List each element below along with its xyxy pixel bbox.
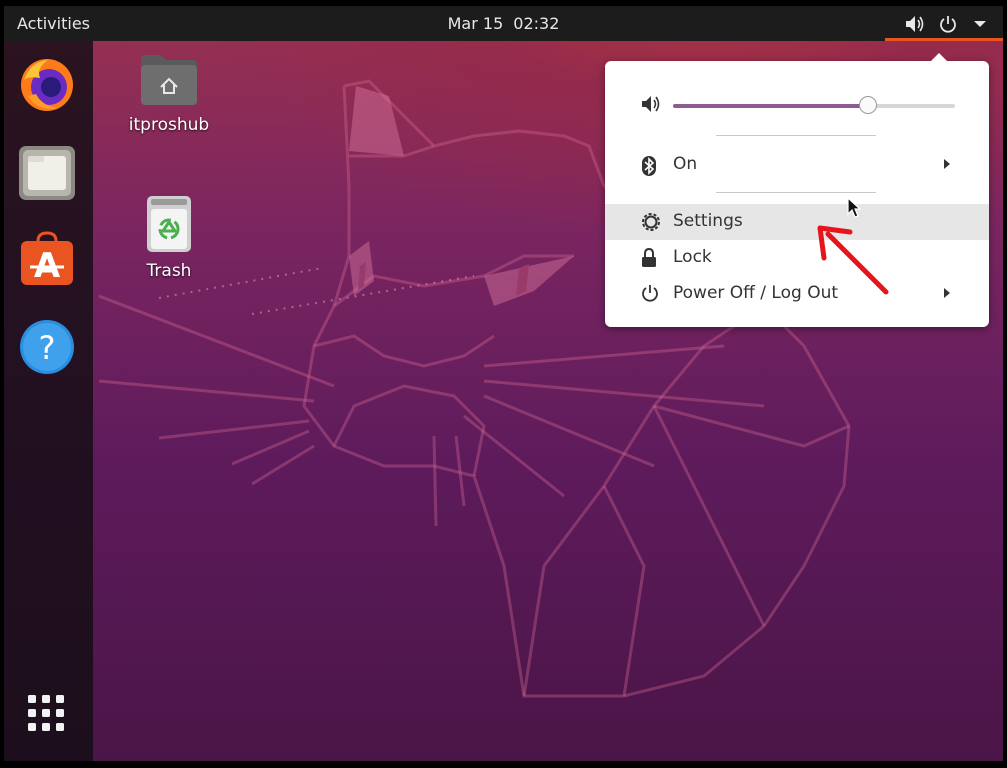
bluetooth-label: On	[673, 154, 698, 174]
home-folder-icon	[141, 55, 197, 105]
top-bar: Activities Mar 15 02:32	[4, 6, 1003, 41]
system-menu: On Settings Lock Power Off / Log Out	[605, 53, 989, 327]
annotation-arrow-icon	[817, 225, 889, 295]
lock-label: Lock	[673, 247, 712, 267]
desktop-icon-trash[interactable]: Trash	[119, 195, 219, 281]
dock: A ?	[4, 41, 93, 761]
power-icon	[940, 16, 956, 33]
dock-item-firefox[interactable]	[18, 56, 76, 114]
dock-item-help[interactable]: ?	[18, 318, 76, 376]
settings-label: Settings	[673, 211, 743, 231]
menu-separator	[716, 192, 876, 193]
speaker-icon	[906, 16, 924, 32]
trash-icon	[147, 196, 191, 252]
volume-slider[interactable]	[673, 96, 955, 114]
screen: Activities Mar 15 02:32 A ? itproshub Tr…	[0, 0, 1007, 768]
desktop: Activities Mar 15 02:32 A ? itproshub Tr…	[4, 6, 1003, 761]
mouse-cursor-icon	[847, 197, 862, 218]
clock-button[interactable]: Mar 15 02:32	[4, 14, 1003, 33]
lock-menu-item[interactable]: Lock	[605, 240, 989, 276]
power-icon	[642, 285, 658, 302]
show-applications-button[interactable]	[26, 693, 68, 735]
volume-slider-fill	[673, 104, 868, 108]
volume-slider-knob[interactable]	[858, 96, 877, 114]
lock-icon	[642, 248, 656, 267]
power-menu-item[interactable]: Power Off / Log Out	[605, 276, 989, 312]
desktop-icon-home[interactable]: itproshub	[119, 51, 219, 135]
help-icon: ?	[20, 320, 74, 374]
software-center-icon: A	[21, 231, 73, 286]
svg-text:?: ?	[39, 329, 56, 367]
chevron-right-icon	[944, 288, 950, 298]
menu-separator	[716, 135, 876, 136]
show-applications-icon	[28, 695, 64, 731]
bluetooth-icon	[642, 156, 656, 176]
system-tray-button[interactable]	[885, 6, 1003, 41]
desktop-icon-label: Trash	[146, 261, 192, 281]
gear-icon	[642, 213, 660, 231]
clock-date[interactable]: Mar 15	[448, 14, 504, 33]
bluetooth-menu-item[interactable]: On	[605, 147, 989, 183]
desktop-icon-label: itproshub	[128, 115, 210, 135]
chevron-down-icon	[974, 21, 986, 27]
speaker-icon	[642, 96, 660, 112]
menu-pointer	[930, 53, 948, 62]
chevron-right-icon	[944, 159, 950, 169]
activities-button[interactable]: Activities	[17, 14, 90, 33]
clock-time[interactable]: 02:32	[513, 14, 559, 33]
active-indicator	[885, 38, 1003, 41]
dock-item-files[interactable]	[18, 144, 76, 202]
dock-item-software[interactable]: A	[18, 231, 76, 289]
firefox-icon	[21, 59, 73, 111]
files-icon	[19, 146, 75, 200]
settings-menu-item[interactable]: Settings	[605, 204, 989, 240]
